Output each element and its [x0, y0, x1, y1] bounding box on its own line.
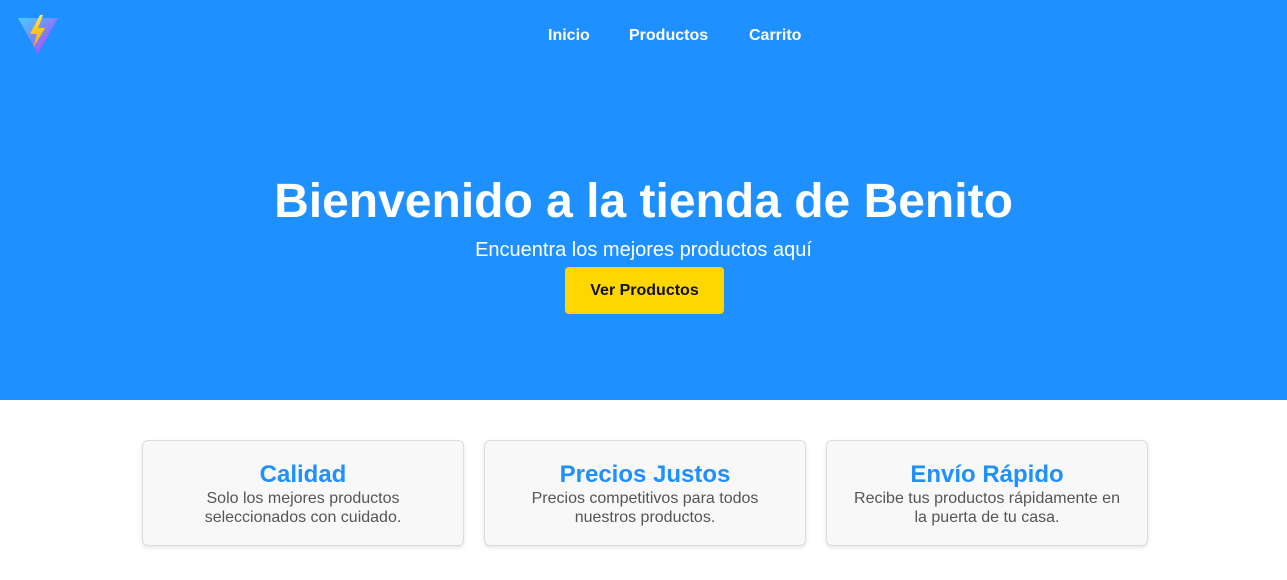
nav-link-productos[interactable]: Productos: [629, 26, 708, 46]
ver-productos-button[interactable]: Ver Productos: [565, 267, 724, 314]
hero-title: Bienvenido a la tienda de Benito: [274, 175, 1013, 228]
feature-card-envio-rapido: Envío Rápido Recibe tus productos rápida…: [826, 440, 1148, 546]
feature-card-description: Recibe tus productos rápidamente en la p…: [854, 490, 1120, 526]
hero-subtitle: Encuentra los mejores productos aquí: [475, 239, 812, 261]
feature-card-precios-justos: Precios Justos Precios competitivos para…: [484, 440, 806, 546]
feature-card-calidad: Calidad Solo los mejores productos selec…: [142, 440, 464, 546]
hero-section: Inicio Productos Carrito Bienvenido a la…: [0, 0, 1287, 400]
feature-card-title: Calidad: [259, 461, 347, 488]
main-nav: Inicio Productos Carrito: [0, 26, 1287, 48]
feature-card-title: Precios Justos: [559, 461, 731, 488]
feature-card-title: Envío Rápido: [910, 461, 1064, 488]
nav-link-carrito[interactable]: Carrito: [749, 26, 801, 46]
feature-card-description: Precios competitivos para todos nuestros…: [531, 490, 759, 526]
nav-link-inicio[interactable]: Inicio: [548, 26, 590, 46]
feature-card-description: Solo los mejores productos seleccionados…: [204, 490, 402, 526]
